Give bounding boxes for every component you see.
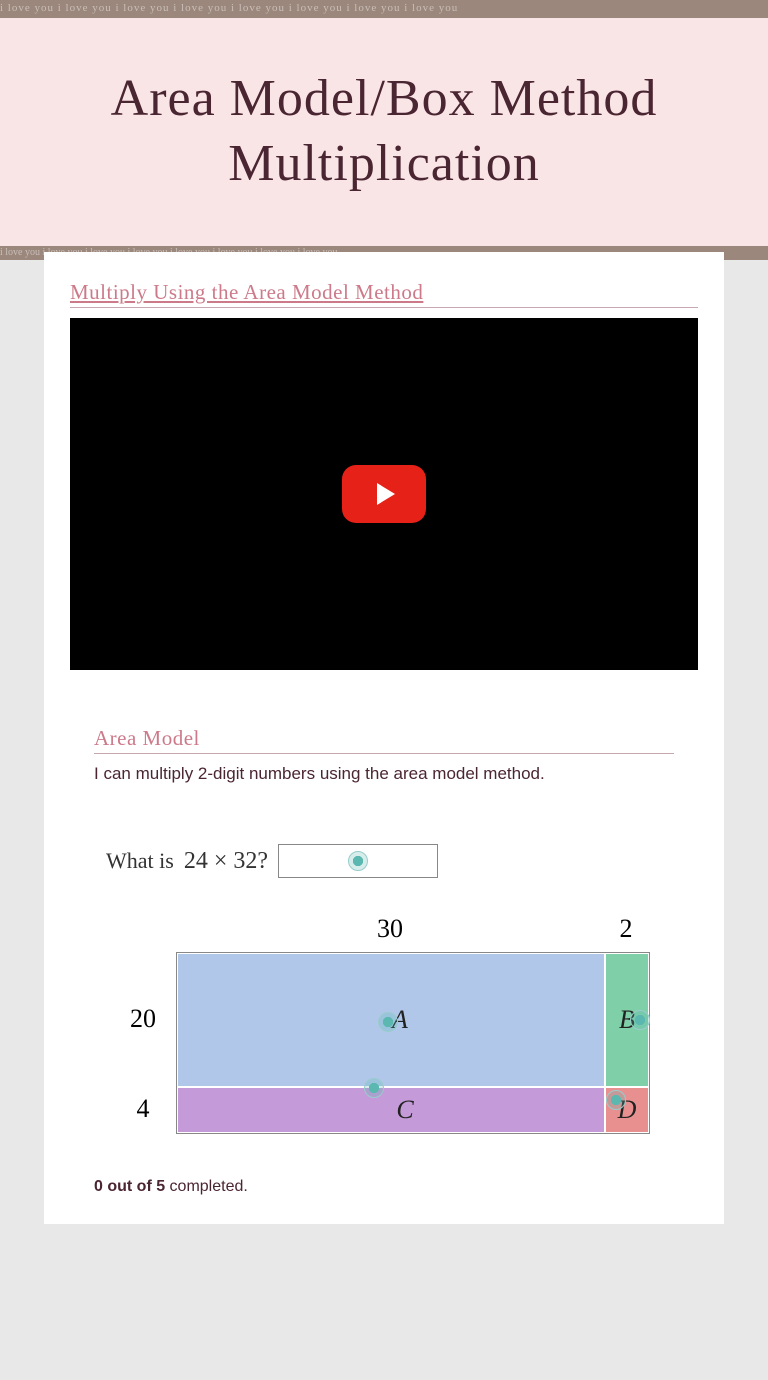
hotspot-icon — [364, 1078, 384, 1098]
progress-text: 0 out of 5 completed. — [94, 1178, 674, 1196]
video-section-link[interactable]: Multiply Using the Area Model Method — [70, 280, 698, 308]
cell-a[interactable]: A — [177, 953, 605, 1087]
content-card: Multiply Using the Area Model Method Are… — [44, 252, 724, 1224]
area-model-section: Area Model I can multiply 2-digit number… — [70, 726, 698, 1196]
hotspot-icon — [606, 1090, 626, 1110]
cell-label: C — [396, 1095, 413, 1125]
learning-goal-text: I can multiply 2-digit numbers using the… — [94, 764, 674, 784]
math-expression: 24 × 32? — [184, 848, 268, 875]
hotspot-icon — [348, 851, 368, 871]
progress-suffix: completed. — [165, 1178, 248, 1195]
problem-area: What is 24 × 32? 30 2 20 4 — [94, 844, 674, 1196]
cell-b[interactable]: B — [605, 953, 649, 1087]
section-title: Area Model — [94, 726, 674, 754]
grid-boxes: A B C — [176, 952, 650, 1134]
cell-c[interactable]: C — [177, 1087, 605, 1133]
area-model-grid: 30 2 20 4 A — [110, 914, 666, 1134]
video-player[interactable] — [70, 318, 698, 670]
row-label-20: 20 — [110, 952, 176, 1086]
hotspot-icon — [630, 1010, 650, 1030]
answer-input[interactable] — [278, 844, 438, 878]
question-prefix: What is — [106, 848, 174, 874]
decorative-top-border — [0, 0, 768, 18]
col-label-2: 2 — [604, 914, 648, 944]
header-band: Area Model/Box Method Multiplication — [0, 18, 768, 246]
cell-d[interactable]: D — [605, 1087, 649, 1133]
hotspot-icon — [378, 1012, 398, 1032]
row-label-4: 4 — [110, 1086, 176, 1132]
play-icon — [342, 465, 426, 523]
page-title: Area Model/Box Method Multiplication — [20, 66, 748, 196]
progress-count: 0 out of 5 — [94, 1178, 165, 1195]
row-labels: 20 4 — [110, 952, 176, 1134]
col-label-30: 30 — [176, 914, 604, 944]
question-row: What is 24 × 32? — [94, 844, 674, 878]
column-labels: 30 2 — [176, 914, 666, 944]
